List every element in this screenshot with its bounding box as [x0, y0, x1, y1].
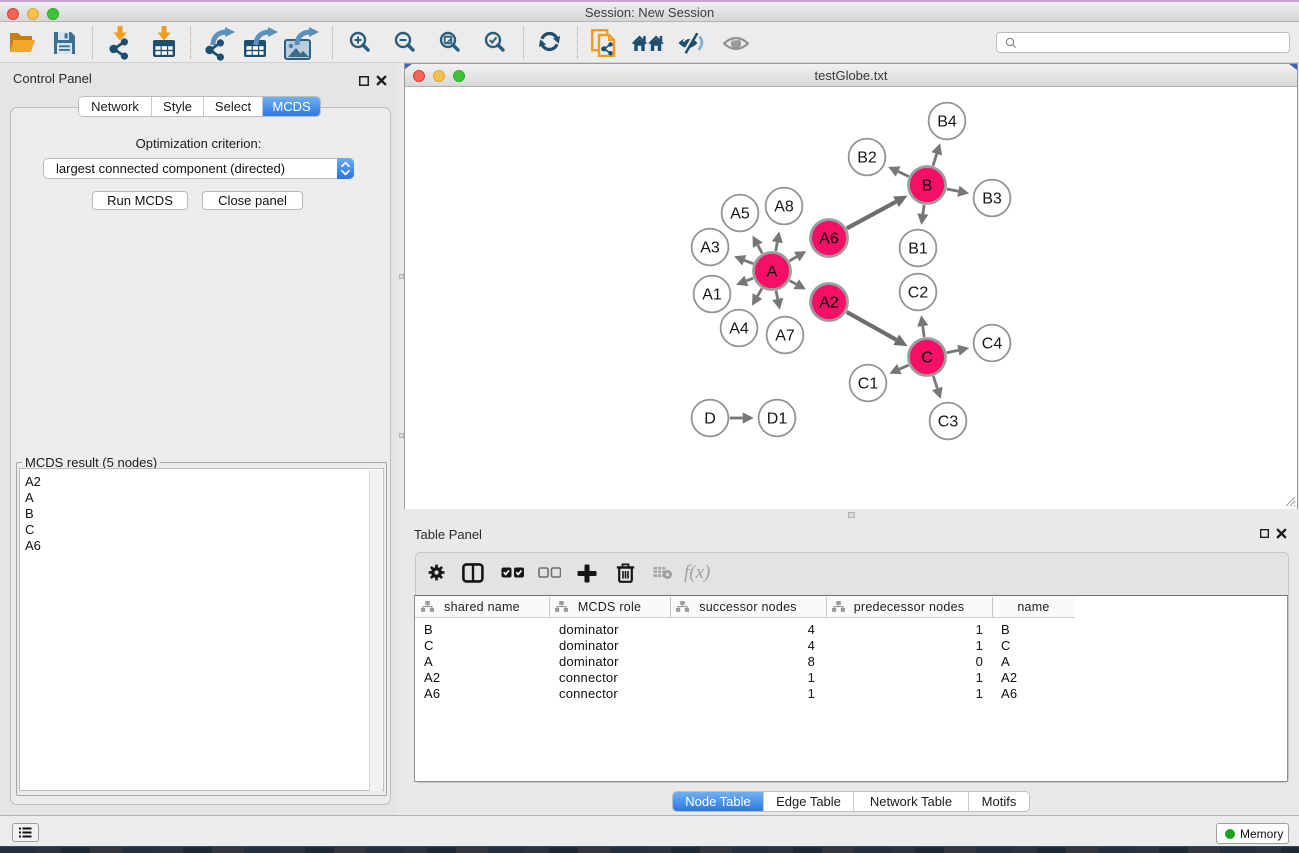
svg-text:C2: C2	[908, 285, 929, 302]
svg-text:B1: B1	[908, 241, 928, 258]
svg-text:C1: C1	[858, 376, 879, 393]
svg-text:D1: D1	[767, 411, 788, 428]
svg-text:A2: A2	[819, 295, 839, 312]
svg-text:C3: C3	[938, 414, 959, 431]
svg-text:B: B	[922, 178, 933, 195]
svg-text:B3: B3	[982, 191, 1002, 208]
svg-text:A7: A7	[775, 328, 795, 345]
svg-text:A5: A5	[730, 206, 750, 223]
svg-text:A1: A1	[702, 287, 722, 304]
svg-text:A8: A8	[774, 199, 794, 216]
svg-text:A6: A6	[819, 231, 839, 248]
svg-text:B4: B4	[937, 114, 957, 131]
svg-text:D: D	[704, 411, 716, 428]
svg-text:A: A	[767, 264, 778, 281]
svg-text:A3: A3	[700, 240, 720, 257]
svg-text:B2: B2	[857, 150, 877, 167]
svg-text:C4: C4	[982, 336, 1003, 353]
svg-text:A4: A4	[729, 321, 749, 338]
svg-text:C: C	[921, 350, 933, 367]
